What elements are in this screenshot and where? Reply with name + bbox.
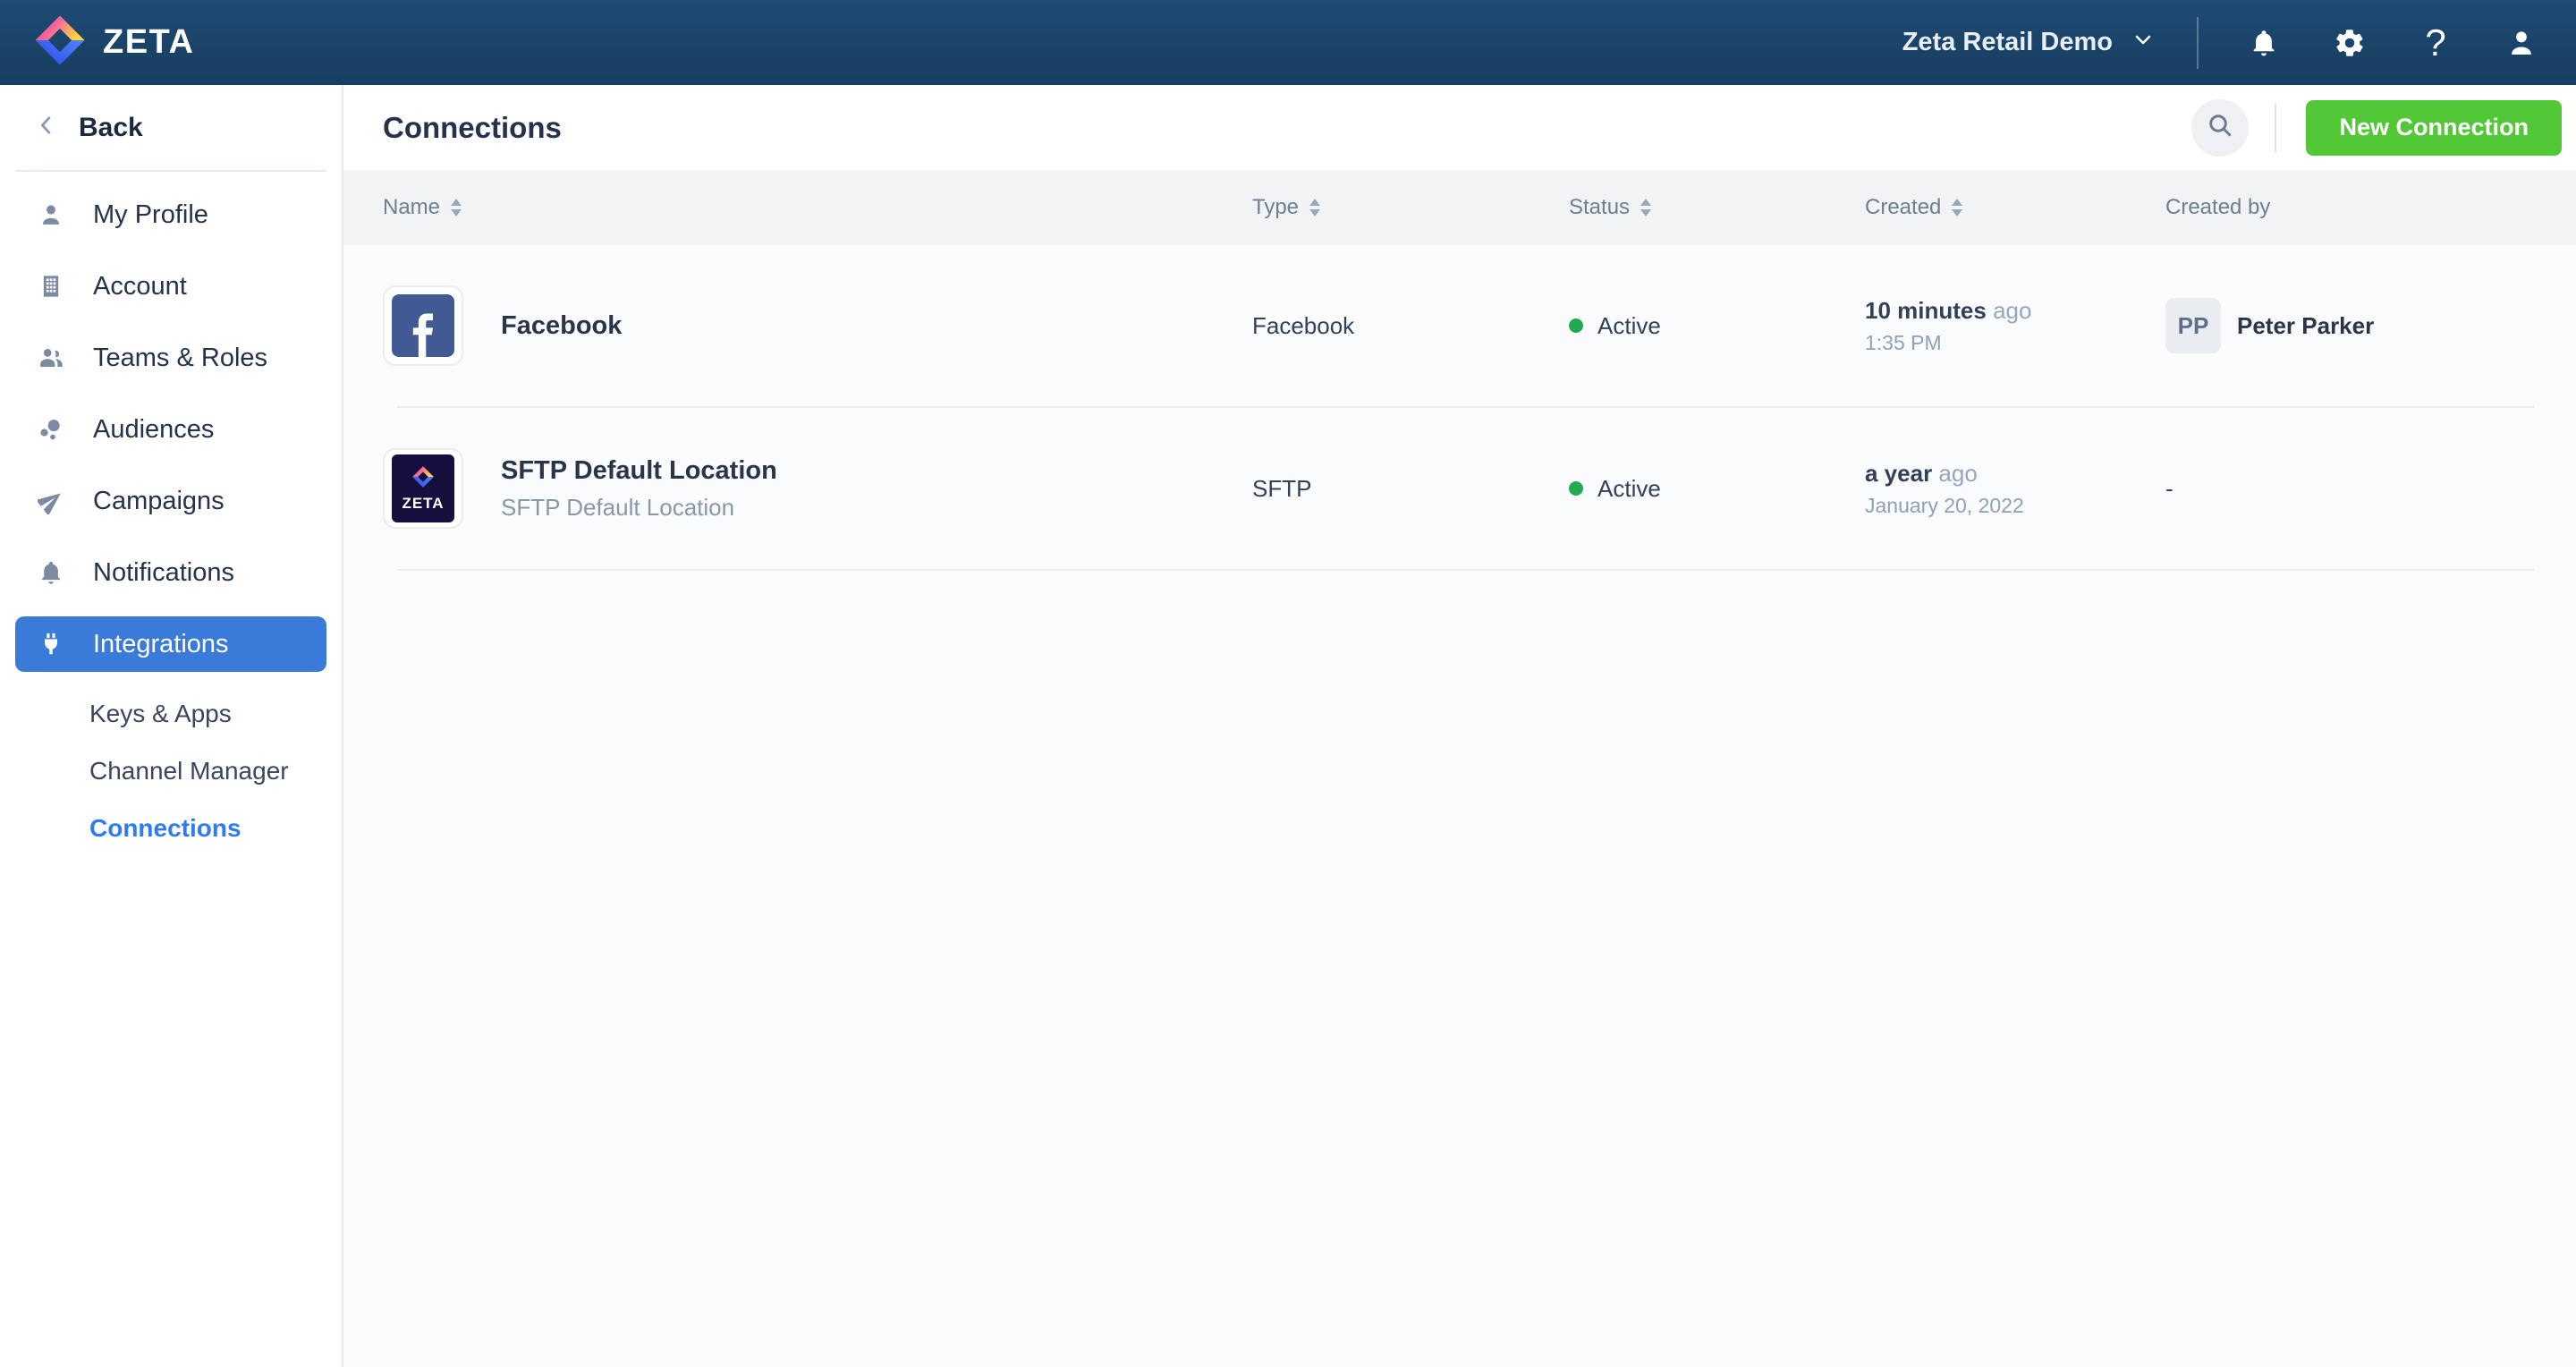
chevron-down-icon xyxy=(2132,28,2154,57)
connection-subtitle: SFTP Default Location xyxy=(501,494,777,522)
account-name: Zeta Retail Demo xyxy=(1902,28,2113,57)
table-row-facebook[interactable]: Facebook Facebook Active 10 minutes ago … xyxy=(343,245,2576,406)
building-icon xyxy=(36,274,66,299)
brand-wordmark: ZETA xyxy=(103,23,194,62)
status-label: Active xyxy=(1597,312,1661,340)
zeta-logo[interactable]: ZETA xyxy=(33,13,194,72)
status-label: Active xyxy=(1597,475,1661,503)
column-label: Created xyxy=(1865,195,1941,220)
sort-icon xyxy=(1640,199,1651,217)
sidebar-item-account[interactable]: Account xyxy=(0,250,342,322)
connection-status: Active xyxy=(1569,475,1865,503)
search-button[interactable] xyxy=(2191,99,2249,157)
created-relative: 10 minutes xyxy=(1865,297,1987,324)
column-label: Type xyxy=(1252,195,1299,220)
created-detail: 1:35 PM xyxy=(1865,331,2165,355)
connection-created: a year ago January 20, 2022 xyxy=(1865,460,2165,518)
sub-item-label: Keys & Apps xyxy=(89,700,232,728)
sub-item-label: Channel Manager xyxy=(89,757,289,785)
sidebar-item-label: Integrations xyxy=(93,630,229,659)
column-header-status[interactable]: Status xyxy=(1569,195,1865,220)
sidebar-nav: My Profile Account Teams & Roles Audienc… xyxy=(0,172,342,857)
connection-name: SFTP Default Location xyxy=(501,456,777,486)
avatar: PP xyxy=(2165,298,2221,353)
created-relative: a year xyxy=(1865,460,1932,487)
user-icon[interactable] xyxy=(2504,26,2538,60)
help-icon[interactable]: ? xyxy=(2419,26,2453,60)
status-dot xyxy=(1569,318,1583,333)
column-header-name[interactable]: Name xyxy=(383,195,1252,220)
column-label: Name xyxy=(383,195,440,220)
connection-type: SFTP xyxy=(1252,475,1569,503)
plug-icon xyxy=(36,631,66,658)
column-header-type[interactable]: Type xyxy=(1252,195,1569,220)
new-connection-button[interactable]: New Connection xyxy=(2306,100,2562,156)
table-row-sftp-default-location[interactable]: ZETA SFTP Default Location SFTP Default … xyxy=(343,408,2576,569)
settings-gear-icon[interactable] xyxy=(2333,26,2367,60)
created-by-name: - xyxy=(2165,475,2174,503)
bell-icon xyxy=(36,559,66,586)
page-title: Connections xyxy=(383,111,562,145)
sidebar-item-notifications[interactable]: Notifications xyxy=(0,537,342,608)
sidebar-item-audiences[interactable]: Audiences xyxy=(0,394,342,465)
sort-icon xyxy=(1309,199,1320,217)
header-divider xyxy=(2275,103,2276,153)
sidebar-subitem-keys-apps[interactable]: Keys & Apps xyxy=(0,685,342,743)
chevron-left-icon xyxy=(34,113,59,142)
sidebar-item-campaigns[interactable]: Campaigns xyxy=(0,465,342,537)
created-suffix: ago xyxy=(1993,297,2031,324)
sidebar-item-label: Account xyxy=(93,272,187,301)
sidebar: Back My Profile Account Teams & Role xyxy=(0,85,343,1367)
topbar-divider xyxy=(2197,17,2199,69)
row-divider xyxy=(397,569,2534,571)
main-content: Connections New Connection Name Type xyxy=(343,85,2576,1367)
sort-icon xyxy=(451,199,462,217)
sort-icon xyxy=(1952,199,1962,217)
connection-status: Active xyxy=(1569,312,1865,340)
facebook-logo xyxy=(383,285,463,366)
sub-item-label: Connections xyxy=(89,814,242,843)
column-label: Status xyxy=(1569,195,1630,220)
sidebar-item-teams-roles[interactable]: Teams & Roles xyxy=(0,322,342,394)
sidebar-subitem-connections[interactable]: Connections xyxy=(0,800,342,857)
connections-table: Facebook Facebook Active 10 minutes ago … xyxy=(343,245,2576,1367)
sidebar-item-my-profile[interactable]: My Profile xyxy=(0,179,342,250)
zeta-diamond-icon xyxy=(33,13,87,72)
bubbles-icon xyxy=(36,416,66,443)
connection-created-by: - xyxy=(2165,475,2534,503)
column-header-created-by[interactable]: Created by xyxy=(2165,195,2534,220)
user-icon xyxy=(36,201,66,228)
zeta-logo-tile: ZETA xyxy=(383,448,463,529)
back-button[interactable]: Back xyxy=(0,85,342,170)
sidebar-subitem-channel-manager[interactable]: Channel Manager xyxy=(0,743,342,800)
sidebar-item-label: Campaigns xyxy=(93,487,225,516)
connection-created: 10 minutes ago 1:35 PM xyxy=(1865,297,2165,355)
paper-plane-icon xyxy=(36,488,66,514)
zeta-tile-wordmark: ZETA xyxy=(402,495,444,513)
topbar: ZETA Zeta Retail Demo ? xyxy=(0,0,2576,85)
created-detail: January 20, 2022 xyxy=(1865,494,2165,518)
sidebar-item-label: My Profile xyxy=(93,200,208,230)
table-header: Name Type Status Created Created by xyxy=(343,170,2576,245)
users-icon xyxy=(36,344,66,371)
connection-type: Facebook xyxy=(1252,312,1569,340)
sidebar-item-label: Audiences xyxy=(93,415,214,445)
created-suffix: ago xyxy=(1938,460,1977,487)
search-icon xyxy=(2206,111,2234,144)
back-label: Back xyxy=(79,113,143,143)
connection-name: Facebook xyxy=(501,311,622,341)
column-header-created[interactable]: Created xyxy=(1865,195,2165,220)
sidebar-item-integrations[interactable]: Integrations xyxy=(15,616,326,672)
connection-created-by: PP Peter Parker xyxy=(2165,298,2534,353)
page-header: Connections New Connection xyxy=(343,85,2576,170)
column-label: Created by xyxy=(2165,195,2270,220)
integrations-sub-list: Keys & Apps Channel Manager Connections xyxy=(0,680,342,857)
notifications-bell-icon[interactable] xyxy=(2247,26,2281,60)
account-switcher[interactable]: Zeta Retail Demo xyxy=(1902,28,2154,57)
sidebar-item-label: Notifications xyxy=(93,558,234,588)
created-by-name: Peter Parker xyxy=(2237,312,2374,340)
status-dot xyxy=(1569,481,1583,496)
sidebar-item-label: Teams & Roles xyxy=(93,344,267,373)
